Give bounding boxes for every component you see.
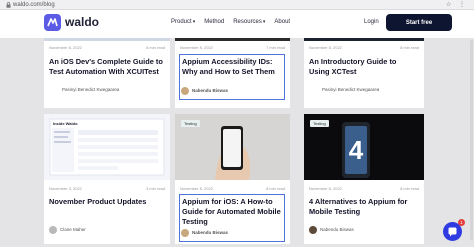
avatar xyxy=(181,229,189,237)
page: waldo.com/blog ☆ ⋮ waldo Product ▾ Method… xyxy=(0,0,474,247)
card-date: November 8, 2022 xyxy=(180,186,213,191)
author-name: Claire Maher xyxy=(60,227,86,232)
blog-card[interactable]: November 8, 2022 8 min read An iOS Dev's… xyxy=(44,38,170,108)
card-title[interactable]: November Product Updates xyxy=(49,197,165,207)
author-name: Pasinyi Benedict Kwegaarea xyxy=(322,87,380,92)
blog-card[interactable]: 4 Testing November 8, 2022 8 min read 4 … xyxy=(304,114,424,244)
author-name: Pasinyi Benedict Kwegaarea xyxy=(62,87,120,92)
browser-menu-icons[interactable]: ☆ ⋮ xyxy=(446,1,468,9)
blog-card[interactable]: November 8, 2022 7 min read Appium Acces… xyxy=(175,38,290,108)
card-date: November 8, 2022 xyxy=(49,45,82,50)
nav-method-label: Method xyxy=(204,19,225,25)
card-date: November 8, 2022 xyxy=(309,45,342,50)
start-free-button[interactable]: Start free xyxy=(386,14,452,31)
card-author: Nabendu Biswas xyxy=(309,226,354,234)
page-scrollbar[interactable] xyxy=(470,40,473,240)
nav-resources-label: Resources xyxy=(233,19,262,25)
avatar xyxy=(49,226,57,234)
blog-card[interactable]: Inside Waldo November 3, 2022 3 min read… xyxy=(44,114,170,244)
card-title-text: Appium Accessibility IDs: Why and How to… xyxy=(182,57,275,76)
svg-text:4: 4 xyxy=(349,135,364,165)
card-image xyxy=(175,38,290,41)
avatar xyxy=(309,226,317,234)
card-author: Pasinyi Benedict Kwegaarea xyxy=(62,86,119,94)
nav-links: Product ▾ Method Resources ▾ About xyxy=(171,18,290,27)
card-image xyxy=(44,38,170,41)
image-label: Inside Waldo xyxy=(53,121,78,126)
card-date: November 3, 2022 xyxy=(49,186,82,191)
card-read-time: 8 min read xyxy=(400,45,419,50)
card-read-time: 7 min read xyxy=(266,45,285,50)
card-title[interactable]: An Introductory Guide to Using XCTest xyxy=(309,57,419,77)
card-title[interactable]: Appium Accessibility IDs: Why and How to… xyxy=(179,54,285,100)
card-read-time: 8 min read xyxy=(146,45,165,50)
nav-about[interactable]: About xyxy=(274,18,290,27)
card-image xyxy=(304,38,424,41)
card-author: Nabendu Biswas xyxy=(181,229,228,237)
nav-product[interactable]: Product ▾ xyxy=(171,18,195,27)
author-name: Nabendu Biswas xyxy=(192,88,229,93)
blog-card[interactable]: November 8, 2022 8 min read An Introduct… xyxy=(304,38,424,108)
blog-card[interactable]: Testing November 8, 2022 8 min read Appi… xyxy=(175,114,290,244)
url-text: waldo.com/blog xyxy=(13,2,55,8)
chevron-down-icon: ▾ xyxy=(262,19,266,25)
nav-resources[interactable]: Resources ▾ xyxy=(233,18,265,27)
category-tag[interactable]: Testing xyxy=(310,120,329,127)
card-title[interactable]: Appium for iOS: A How-to Guide for Autom… xyxy=(179,194,285,242)
waldo-logo-icon[interactable] xyxy=(44,14,61,31)
lock-icon xyxy=(6,2,11,8)
nav-product-label: Product xyxy=(171,19,192,25)
card-read-time: 8 min read xyxy=(266,186,285,191)
logo-text[interactable]: waldo xyxy=(65,14,99,30)
nav-about-label: About xyxy=(274,19,291,25)
card-author: Claire Maher xyxy=(49,226,86,234)
avatar xyxy=(181,87,189,95)
card-title-text: Appium for iOS: A How-to Guide for Autom… xyxy=(182,197,281,226)
author-name: Nabendu Biswas xyxy=(192,230,229,235)
card-date: November 8, 2022 xyxy=(180,45,213,50)
notification-badge: 1 xyxy=(458,219,465,226)
card-title[interactable]: 4 Alternatives to Appium for Mobile Test… xyxy=(309,197,419,217)
category-tag[interactable]: Testing xyxy=(181,120,200,127)
card-author: Pasinyi Benedict Kwegaarea xyxy=(322,86,379,94)
card-title[interactable]: An iOS Dev's Complete Guide to Test Auto… xyxy=(49,57,165,77)
top-navigation: waldo Product ▾ Method Resources ▾ About L… xyxy=(0,10,474,38)
login-link[interactable]: Login xyxy=(364,18,379,27)
nav-method[interactable]: Method xyxy=(204,18,224,27)
browser-address-bar[interactable]: waldo.com/blog ☆ ⋮ xyxy=(0,0,474,10)
card-read-time: 8 min read xyxy=(400,186,419,191)
author-name: Nabendu Biswas xyxy=(320,227,354,232)
chevron-down-icon: ▾ xyxy=(192,19,196,25)
card-date: November 8, 2022 xyxy=(309,186,342,191)
card-read-time: 3 min read xyxy=(146,186,165,191)
card-author: Nabendu Biswas xyxy=(181,87,228,95)
